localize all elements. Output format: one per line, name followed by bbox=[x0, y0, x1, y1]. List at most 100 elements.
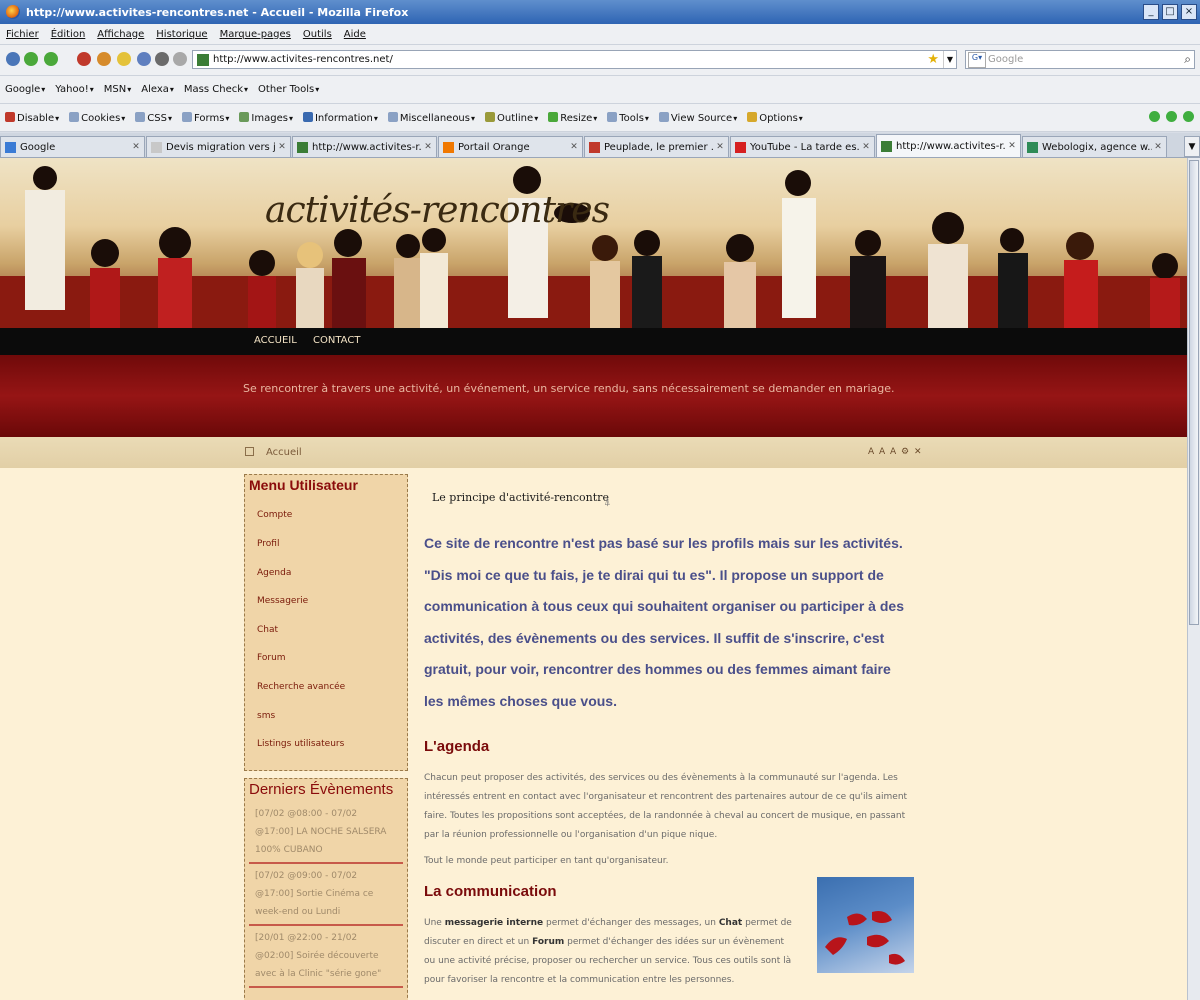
bookmark-mass-check[interactable]: Mass Check bbox=[184, 84, 248, 95]
bookmark-yahoo[interactable]: Yahoo! bbox=[55, 84, 93, 95]
webdev-disable[interactable]: Disable bbox=[5, 111, 59, 124]
webdev-images[interactable]: Images bbox=[239, 111, 293, 124]
search-input[interactable]: Google bbox=[988, 54, 1184, 65]
tab-close-icon[interactable]: ✕ bbox=[422, 142, 434, 152]
site-logo[interactable]: activités-rencontres bbox=[265, 190, 610, 231]
webdev-css[interactable]: CSS bbox=[135, 111, 172, 124]
home-icon[interactable] bbox=[245, 447, 254, 456]
tab-close-icon[interactable]: ✕ bbox=[1152, 142, 1164, 152]
menu-tools[interactable]: Outils bbox=[303, 29, 332, 40]
menu-item-compte[interactable]: Compte bbox=[257, 510, 292, 520]
menu-edit[interactable]: Édition bbox=[51, 29, 86, 40]
webdev-information[interactable]: Information bbox=[302, 111, 378, 124]
browser-tab[interactable]: YouTube - La tarde es... ✕ bbox=[730, 136, 875, 157]
agenda-paragraph: Chacun peut proposer des activités, des … bbox=[424, 773, 908, 840]
nav-contact[interactable]: CONTACT bbox=[313, 335, 360, 346]
search-icon[interactable]: ⌕ bbox=[1184, 52, 1191, 67]
print-icon[interactable] bbox=[137, 52, 151, 66]
browser-tab[interactable]: http://www.activites-r... ✕ bbox=[292, 136, 437, 157]
webdev-tools[interactable]: Tools bbox=[607, 111, 649, 124]
tab-close-icon[interactable]: ✕ bbox=[568, 142, 580, 152]
menu-history[interactable]: Historique bbox=[156, 29, 207, 40]
status-indicators bbox=[1149, 111, 1194, 122]
disable-icon bbox=[5, 111, 15, 122]
tab-close-icon[interactable]: ✕ bbox=[714, 142, 726, 152]
menu-item-listings[interactable]: Listings utilisateurs bbox=[257, 739, 344, 749]
menu-item-messagerie[interactable]: Messagerie bbox=[257, 596, 308, 606]
webdev-cookies[interactable]: Cookies bbox=[69, 111, 125, 124]
tab-close-icon[interactable]: ✕ bbox=[276, 142, 288, 152]
check-status-icon bbox=[1149, 111, 1160, 122]
browser-tab[interactable]: http://www.activites-r... ✕ bbox=[876, 134, 1021, 157]
bookmark-icon[interactable] bbox=[117, 52, 131, 66]
download-icon[interactable] bbox=[155, 52, 169, 66]
bookmark-alexa[interactable]: Alexa bbox=[141, 84, 174, 95]
bookmark-other-tools[interactable]: Other Tools bbox=[258, 84, 319, 95]
chat-link: Chat bbox=[718, 918, 743, 928]
menu-item-recherche-avancee[interactable]: Recherche avancée bbox=[257, 682, 345, 692]
menu-bookmarks[interactable]: Marque-pages bbox=[220, 29, 291, 40]
tab-close-icon[interactable]: ✕ bbox=[1006, 141, 1018, 151]
browser-tab[interactable]: Portail Orange ✕ bbox=[438, 136, 583, 157]
nav-accueil[interactable]: ACCUEIL bbox=[254, 335, 297, 346]
menu-view[interactable]: Affichage bbox=[97, 29, 144, 40]
browser-tab[interactable]: Peuplade, le premier ... ✕ bbox=[584, 136, 729, 157]
window-title: http://www.activites-rencontres.net - Ac… bbox=[26, 5, 409, 19]
window-titlebar: http://www.activites-rencontres.net - Ac… bbox=[0, 0, 1200, 24]
tab-list-button[interactable]: ▼ bbox=[1184, 136, 1200, 157]
search-box[interactable]: G▾ Google ⌕ bbox=[965, 50, 1195, 69]
menu-item-profil[interactable]: Profil bbox=[257, 539, 279, 549]
breadcrumb[interactable]: Accueil bbox=[266, 447, 302, 458]
menu-bar: Fichier Édition Affichage Historique Mar… bbox=[0, 24, 1200, 45]
browser-tab[interactable]: Webologix, agence w... ✕ bbox=[1022, 136, 1167, 157]
close-window-button[interactable]: × bbox=[1181, 4, 1197, 20]
menu-item-sms[interactable]: sms bbox=[257, 711, 275, 721]
menu-item-forum[interactable]: Forum bbox=[257, 653, 286, 663]
stop-icon[interactable] bbox=[77, 52, 91, 66]
webdev-miscellaneous[interactable]: Miscellaneous bbox=[387, 111, 475, 124]
vertical-scrollbar[interactable] bbox=[1187, 158, 1200, 1000]
font-size-controls[interactable]: A A A ⚙ ✕ bbox=[868, 447, 923, 457]
cookie-icon bbox=[69, 111, 80, 122]
tools-icon bbox=[607, 111, 618, 122]
forward-button-icon[interactable] bbox=[44, 52, 58, 66]
menu-help[interactable]: Aide bbox=[344, 29, 366, 40]
maximize-button[interactable]: □ bbox=[1162, 4, 1178, 20]
site-tagline: Se rencontrer à travers une activité, un… bbox=[243, 382, 895, 395]
tab-close-icon[interactable]: ✕ bbox=[860, 142, 872, 152]
browser-tab[interactable]: Devis migration vers j... ✕ bbox=[146, 136, 291, 157]
search-engine-icon[interactable]: G▾ bbox=[968, 51, 986, 68]
tab-label: http://www.activites-r... bbox=[312, 141, 422, 153]
scrollbar-thumb[interactable] bbox=[1189, 160, 1199, 625]
menu-item-agenda[interactable]: Agenda bbox=[257, 568, 291, 578]
tab-label: Portail Orange bbox=[458, 141, 530, 153]
tab-close-icon[interactable]: ✕ bbox=[130, 142, 142, 152]
webdev-options[interactable]: Options bbox=[747, 111, 803, 124]
reload-icon[interactable] bbox=[6, 52, 20, 66]
minimize-button[interactable]: _ bbox=[1143, 4, 1159, 20]
menu-item-chat[interactable]: Chat bbox=[257, 625, 278, 635]
pdf-icon[interactable]: ⍋ bbox=[604, 495, 611, 509]
bookmark-star-icon[interactable]: ★ bbox=[927, 52, 939, 67]
menu-file[interactable]: Fichier bbox=[6, 29, 39, 40]
home-icon[interactable] bbox=[97, 52, 111, 66]
event-item[interactable]: [07/02 @09:00 - 07/02 @17:00] Sortie Cin… bbox=[249, 864, 403, 926]
bookmark-msn[interactable]: MSN bbox=[104, 84, 131, 95]
addon-icon[interactable] bbox=[173, 52, 187, 66]
url-dropdown-icon[interactable]: ▼ bbox=[943, 51, 956, 68]
webdev-outline[interactable]: Outline bbox=[485, 111, 538, 124]
information-icon bbox=[302, 111, 313, 122]
event-item[interactable]: [20/01 @22:00 - 21/02 @02:00] Soirée déc… bbox=[249, 926, 403, 988]
browser-tab[interactable]: Google ✕ bbox=[0, 136, 145, 157]
communication-heading: La communication bbox=[424, 883, 557, 900]
bookmark-google[interactable]: Google bbox=[5, 84, 45, 95]
event-item[interactable]: [07/02 @08:00 - 07/02 @17:00] LA NOCHE S… bbox=[249, 802, 403, 864]
webdev-forms[interactable]: Forms bbox=[182, 111, 229, 124]
webdev-resize[interactable]: Resize bbox=[548, 111, 597, 124]
webdev-view-source[interactable]: View Source bbox=[658, 111, 737, 124]
miscellaneous-icon bbox=[387, 111, 398, 122]
address-url[interactable]: http://www.activites-rencontres.net/ bbox=[213, 54, 927, 65]
skydivers-image bbox=[817, 877, 914, 973]
back-button-icon[interactable] bbox=[24, 52, 38, 66]
address-bar[interactable]: http://www.activites-rencontres.net/ ★ ▼ bbox=[192, 50, 957, 69]
